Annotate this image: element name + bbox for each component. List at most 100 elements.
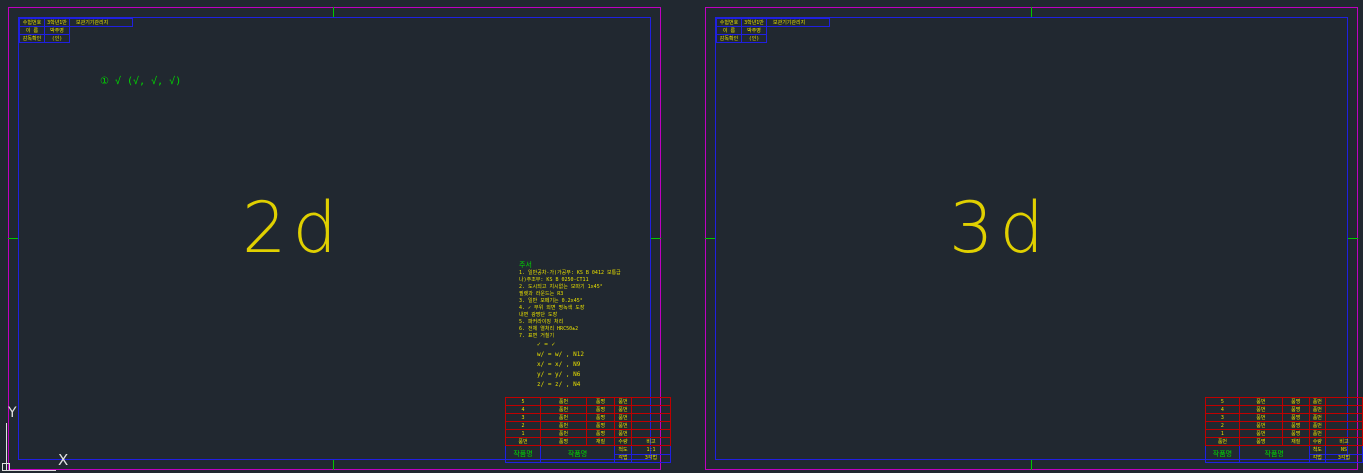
- note-line: 필렛과 라운드는 R3: [519, 291, 564, 297]
- roughness-entry: ✓ = ✓: [537, 341, 556, 348]
- center-mark-top: [333, 7, 334, 17]
- table-header-cell: 품번: [1205, 437, 1240, 446]
- product-name-value: 작품명: [1238, 445, 1310, 463]
- table-cell: 품번: [1238, 405, 1283, 414]
- table-cell: 품번: [540, 413, 587, 422]
- table-row: 1 품번 품명 품번: [1205, 429, 1363, 438]
- product-name-label: 작품명: [1205, 445, 1240, 463]
- table-cell: [1325, 405, 1363, 414]
- note-line: 나)주조부: KS B 0250-CT11: [519, 277, 589, 283]
- parts-table-grid: 5 품번 품명 품번 4 품번 품명 품번 3 품번 품명 품번 2 품번 품명 품번 1 품번 품명 품번 품번 품명 재…: [505, 397, 671, 463]
- projection-label: 각법: [1308, 453, 1327, 463]
- drawing-title: 보관기기관리지: [69, 18, 133, 27]
- product-name-label: 작품명: [505, 445, 541, 463]
- roughness-entry: x/ = x/ , N9: [537, 361, 581, 368]
- table-header-cell: 비고: [631, 437, 671, 446]
- table-cell: [631, 397, 671, 406]
- parts-table-grid: 5 품번 품명 품번 4 품번 품명 품번 3 품번 품명 품번 2 품번 품명 품번 1 품번 품명 품번 품번 품명 재…: [1205, 397, 1363, 463]
- projection-value: 3각법: [1325, 453, 1363, 463]
- center-mark-right: [651, 238, 661, 239]
- projection-value: 3각법: [631, 453, 671, 463]
- table-cell: 품번: [1308, 429, 1327, 438]
- ucs-y-label: Y: [8, 405, 17, 421]
- table-cell: 2: [1205, 421, 1240, 430]
- note-line: 2. 도시되고 지시없는 모따기 1x45°: [519, 284, 603, 290]
- center-mark-right: [1348, 238, 1358, 239]
- table-row: 4 품번 품명 품번: [505, 405, 671, 414]
- table-cell: 품명: [1281, 421, 1310, 430]
- parts-list-table: 5 품번 품명 품번 4 품번 품명 품번 3 품번 품명 품번 2 품번 품명 품번 1 품번 품명 품번 품번 품명 재…: [505, 397, 671, 463]
- table-cell: 2: [505, 421, 541, 430]
- table-cell: 품명: [586, 397, 615, 406]
- table-cell: 품번: [540, 421, 587, 430]
- table-cell: 품명: [586, 429, 615, 438]
- title-block-row: 작품명 작품명 척도 1:1: [505, 445, 671, 463]
- table-header-cell: 재질: [586, 437, 615, 446]
- table-cell: [631, 421, 671, 430]
- table-row: 2 품번 품명 품번: [1205, 421, 1363, 430]
- table-cell: [1325, 429, 1363, 438]
- center-mark-top: [1031, 7, 1032, 17]
- view-label: 2d: [242, 187, 343, 269]
- table-cell: 품번: [1308, 413, 1327, 422]
- roughness-entry: w/ = w/ , N12: [537, 351, 584, 358]
- table-cell: [1325, 421, 1363, 430]
- parts-list-table: 5 품번 품명 품번 4 품번 품명 품번 3 품번 품명 품번 2 품번 품명 품번 1 품번 품명 품번 품번 품명 재…: [1205, 397, 1363, 463]
- table-cell: [631, 413, 671, 422]
- table-cell: 품명: [586, 405, 615, 414]
- info-header-table: 수험번호 3학년1반 보관기기관리지 이 름 박주영 감독확인 (인): [19, 18, 133, 43]
- table-cell: 품번: [614, 429, 632, 438]
- note-line: 6. 전체 열처리 HRC50±2: [519, 326, 579, 332]
- table-header-cell: 수량: [1308, 437, 1327, 446]
- table-header-cell: 품명: [540, 437, 587, 446]
- table-cell: 품번: [1308, 397, 1327, 406]
- table-row: 4 품번 품명 품번: [1205, 405, 1363, 414]
- surface-finish-symbol: ① √ (√, √, √): [100, 76, 182, 87]
- table-cell: 4: [505, 405, 541, 414]
- table-cell: [1325, 413, 1363, 422]
- table-cell: [631, 429, 671, 438]
- table-row: 5 품번 품명 품번: [1205, 397, 1363, 406]
- scale-label: 척도: [1308, 445, 1327, 455]
- drawing-title: 보관기기관리지: [766, 18, 830, 27]
- table-cell: 1: [1205, 429, 1240, 438]
- note-line: 내면 광명단 도장: [519, 312, 558, 318]
- table-row: 2 품번 품명 품번: [505, 421, 671, 430]
- table-cell: 4: [1205, 405, 1240, 414]
- table-cell: 품번: [1308, 421, 1327, 430]
- table-row: 3 품번 품명 품번: [505, 413, 671, 422]
- notes-heading: 주서: [519, 261, 532, 269]
- table-cell: 품명: [1281, 429, 1310, 438]
- table-cell: 품명: [1281, 397, 1310, 406]
- table-cell: 품번: [614, 397, 632, 406]
- table-row: 3 품번 품명 품번: [1205, 413, 1363, 422]
- center-mark-bottom: [1031, 460, 1032, 470]
- table-cell: 품명: [1281, 413, 1310, 422]
- center-mark-left: [8, 238, 18, 239]
- scale-value: 1:1: [631, 445, 671, 455]
- table-cell: [631, 405, 671, 414]
- table-header-cell: 비고: [1325, 437, 1363, 446]
- projection-label: 각법: [614, 453, 632, 463]
- table-cell: 품명: [1281, 405, 1310, 414]
- view-label: 3d: [949, 187, 1050, 269]
- table-header-cell: 품번: [505, 437, 541, 446]
- center-mark-left: [705, 238, 715, 239]
- table-cell: 5: [505, 397, 541, 406]
- table-cell: 1: [505, 429, 541, 438]
- table-cell: 품번: [540, 405, 587, 414]
- table-cell: 품번: [1238, 429, 1283, 438]
- table-cell: 품번: [614, 413, 632, 422]
- ucs-x-label: X: [58, 451, 69, 469]
- note-line: 4. ✓ 부위 외면 명녹색 도장: [519, 305, 585, 311]
- table-cell: [1325, 397, 1363, 406]
- table-cell: 5: [1205, 397, 1240, 406]
- note-line: 1. 일반공차-가)가공부: KS B 0412 보통급: [519, 270, 621, 276]
- table-row: 5 품번 품명 품번: [505, 397, 671, 406]
- table-cell: 품번: [540, 429, 587, 438]
- ucs-icon: Y X: [0, 405, 75, 473]
- table-cell: 품번: [1238, 421, 1283, 430]
- table-header-cell: 품명: [1238, 437, 1283, 446]
- table-cell: 품번: [614, 405, 632, 414]
- note-line: 7. 표면 거칠기: [519, 333, 555, 339]
